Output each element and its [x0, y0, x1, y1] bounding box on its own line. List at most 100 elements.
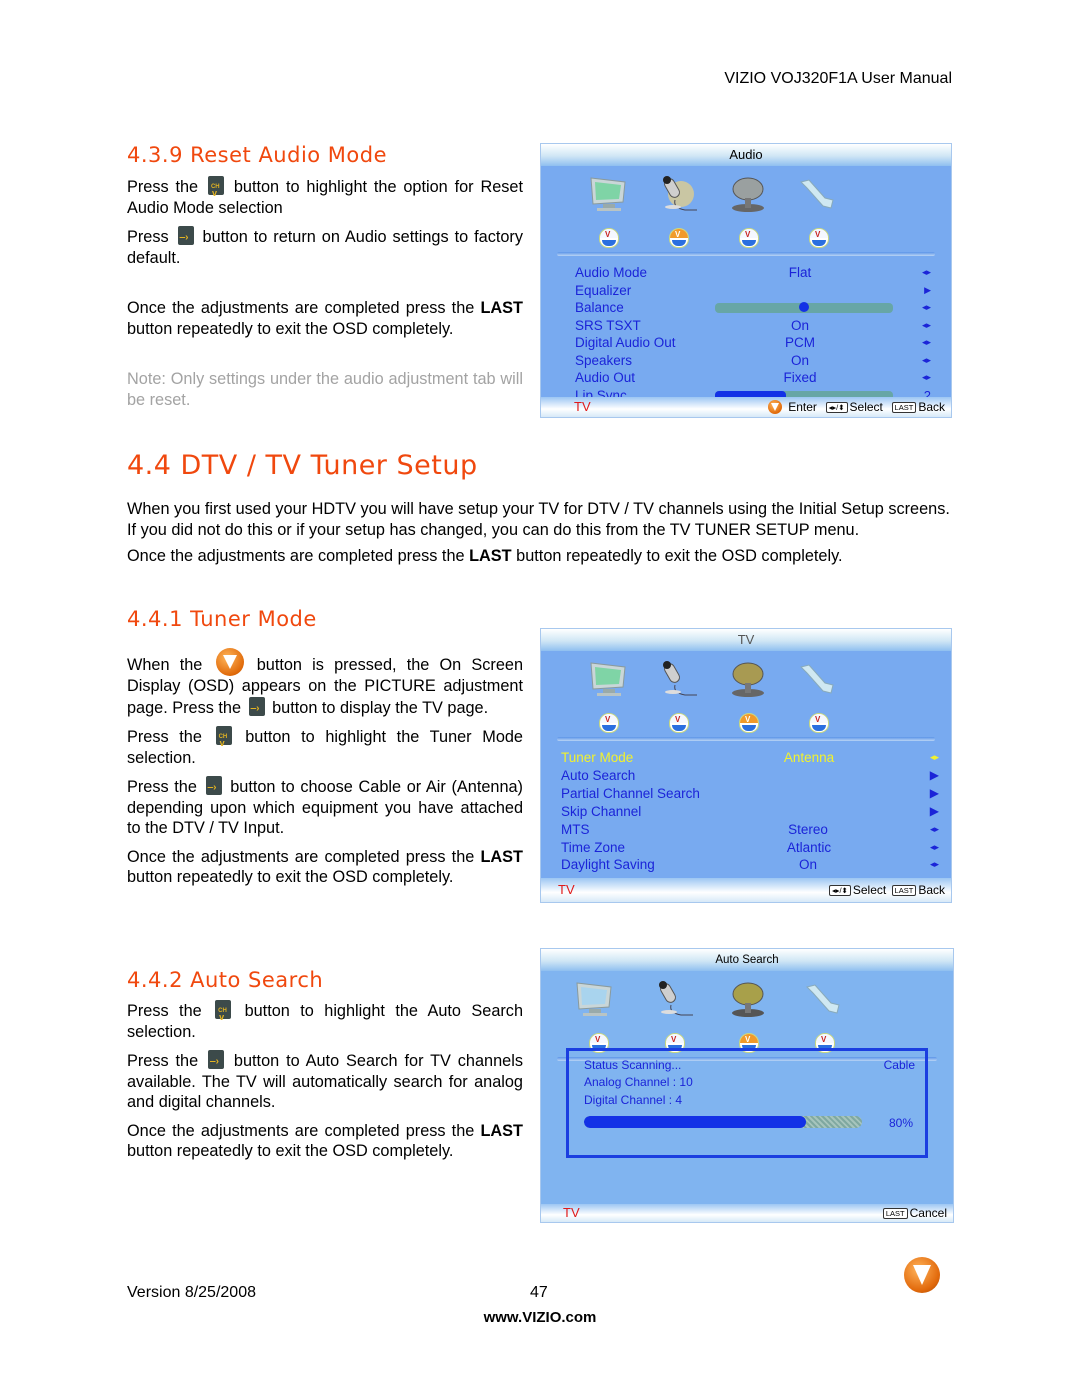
tab-picture[interactable] — [599, 228, 619, 248]
last-key-icon: LAST — [891, 885, 917, 896]
note-text: Note: Only settings under the audio adju… — [127, 370, 523, 409]
vol-right-button-icon — [177, 226, 194, 249]
section-heading-auto-search: 4.4.2 Auto Search — [127, 968, 324, 992]
setup-wrench-icon — [806, 984, 840, 1014]
tab-setup[interactable] — [809, 713, 829, 733]
osd-tab-markers — [541, 709, 951, 737]
auto-search-osd-screenshot: Auto Search Status Scanning... Cable Ana… — [540, 948, 954, 1223]
left-right-arrows-icon: ◂▸ — [929, 859, 939, 869]
audio-osd-screenshot: Audio Audio ModeFlat◂▸ Equalizer▶ Balanc… — [540, 143, 952, 418]
menu-item-audio-out[interactable]: Audio Out Fixed ◂▸ — [541, 369, 951, 386]
osd-title: Auto Search — [541, 949, 953, 971]
section-heading-dtv-tv-tuner-setup: 4.4 DTV / TV Tuner Setup — [127, 450, 478, 481]
setup-wrench-icon — [800, 179, 834, 209]
picture-monitor-icon — [576, 982, 612, 1016]
osd-key-hints: Enter ◂▸/⬍ Select LAST Back — [768, 397, 945, 417]
audio-microphone-icon — [659, 981, 693, 1016]
tv-osd-screenshot: TV Tuner ModeAntenna◂▸ Auto Search▶ Part… — [540, 628, 952, 903]
right-arrow-icon: ▶ — [929, 786, 939, 800]
ch-down-button-icon — [207, 176, 224, 204]
select-key-icon: ◂▸/⬍ — [825, 402, 848, 413]
osd-tab-markers — [541, 224, 951, 252]
osd-key-hints: LAST Cancel — [881, 1204, 947, 1222]
tab-picture[interactable] — [599, 713, 619, 733]
setup-wrench-icon — [800, 664, 834, 694]
section-body-auto-search: Press the button to highlight the Auto S… — [127, 1000, 523, 1170]
scan-status: Status Scanning... — [584, 1058, 682, 1072]
menu-item-tuner-mode[interactable]: Tuner Mode Antenna ◂▸ — [541, 749, 951, 766]
left-right-arrows-icon: ◂▸ — [921, 302, 931, 312]
balance-slider[interactable] — [715, 302, 893, 313]
section-heading-reset-audio-mode: 4.3.9 Reset Audio Mode — [127, 143, 388, 167]
vol-right-button-icon — [205, 776, 222, 799]
tv-satellite-dish-icon — [732, 982, 764, 1017]
osd-category-icons — [541, 971, 953, 1029]
section-body-dtv-tv-tuner-setup: When you first used your HDTV you will h… — [127, 500, 950, 565]
tab-tv[interactable] — [739, 228, 759, 248]
menu-item-time-zone[interactable]: Time Zone Atlantic ◂▸ — [541, 839, 951, 856]
tab-tv[interactable] — [739, 713, 759, 733]
osd-footer: TV LAST Cancel — [541, 1204, 953, 1222]
vol-right-button-icon — [208, 1050, 225, 1073]
scan-progress-percent: 80% — [888, 1116, 913, 1130]
tab-setup[interactable] — [809, 228, 829, 248]
tv-satellite-dish-icon — [732, 662, 764, 697]
left-right-arrows-icon: ◂▸ — [929, 824, 939, 834]
audio-microphone-icon — [663, 176, 697, 211]
tab-audio[interactable] — [669, 713, 689, 733]
left-right-arrows-icon: ◂▸ — [921, 337, 931, 347]
page-number: 47 — [530, 1284, 548, 1301]
left-right-arrows-icon: ◂▸ — [929, 842, 939, 852]
right-arrow-icon: ▶ — [929, 768, 939, 782]
menu-item-audio-mode[interactable]: Audio Mode Flat ◂▸ — [541, 264, 951, 281]
ch-down-button-icon — [215, 726, 232, 754]
right-arrow-icon: ▶ — [924, 284, 931, 295]
audio-settings-list: Audio Mode Flat ◂▸ Equalizer ▶ Balance ◂▸ SR… — [541, 264, 951, 417]
scan-mode: Cable — [883, 1058, 915, 1072]
scan-status-panel: Status Scanning... Cable Analog Channel … — [566, 1048, 928, 1158]
menu-item-mts[interactable]: MTS Stereo ◂▸ — [541, 821, 951, 838]
vizio-logo-icon — [904, 1257, 940, 1293]
left-right-arrows-icon: ◂▸ — [921, 319, 931, 330]
tab-audio[interactable] — [669, 228, 689, 248]
menu-item-equalizer[interactable]: Equalizer ▶ — [541, 282, 951, 299]
osd-divider — [557, 737, 935, 741]
select-key-icon: ◂▸/⬍ — [828, 885, 851, 896]
menu-item-skip-channel[interactable]: Skip Channel ▶ — [541, 803, 951, 820]
vizio-menu-icon — [768, 400, 783, 414]
vizio-menu-button-icon — [215, 648, 244, 676]
osd-category-icons — [541, 651, 951, 709]
left-right-arrows-icon: ◂▸ — [921, 354, 931, 365]
last-key-icon: LAST — [882, 1208, 908, 1219]
right-arrow-icon: ▶ — [929, 804, 939, 818]
menu-item-digital-audio-out[interactable]: Digital Audio Out PCM ◂▸ — [541, 334, 951, 351]
left-right-arrows-icon: ◂▸ — [921, 372, 931, 382]
input-source-label: TV — [558, 882, 575, 897]
ch-down-button-icon — [215, 1000, 232, 1028]
menu-item-daylight-saving[interactable]: Daylight Saving On ◂▸ — [541, 856, 951, 873]
menu-item-balance[interactable]: Balance ◂▸ — [541, 299, 951, 316]
menu-item-partial-channel-search[interactable]: Partial Channel Search ▶ — [541, 785, 951, 802]
menu-item-speakers[interactable]: Speakers On ◂▸ — [541, 352, 951, 369]
digital-channel-count: Digital Channel : 4 — [584, 1093, 683, 1107]
picture-monitor-icon — [590, 177, 626, 211]
analog-channel-count: Analog Channel : 10 — [584, 1075, 693, 1089]
picture-monitor-icon — [590, 662, 626, 696]
section-body-tuner-mode: When the button is pressed, the On Scree… — [127, 648, 523, 896]
version-label: Version 8/25/2008 — [127, 1284, 256, 1301]
menu-item-srs-tsxt[interactable]: SRS TSXT On ◂▸ — [541, 317, 951, 334]
tv-satellite-dish-icon — [732, 177, 764, 212]
section-body-reset-audio-mode: Press the button to highlight the option… — [127, 176, 523, 418]
vol-right-button-icon — [248, 696, 265, 719]
website-link[interactable]: www.VIZIO.com — [0, 1309, 1080, 1326]
menu-item-auto-search[interactable]: Auto Search ▶ — [541, 767, 951, 784]
osd-title: TV — [541, 629, 951, 651]
osd-footer: TV Enter ◂▸/⬍ Select LAST Back — [541, 397, 951, 417]
scan-progress-bar — [584, 1116, 862, 1128]
input-source-label: TV — [574, 399, 591, 414]
left-right-arrows-icon: ◂▸ — [929, 752, 939, 762]
last-key-icon: LAST — [891, 402, 917, 413]
scan-progress-fill — [584, 1116, 807, 1128]
balance-slider-knob[interactable] — [799, 302, 809, 312]
osd-title: Audio — [541, 144, 951, 166]
